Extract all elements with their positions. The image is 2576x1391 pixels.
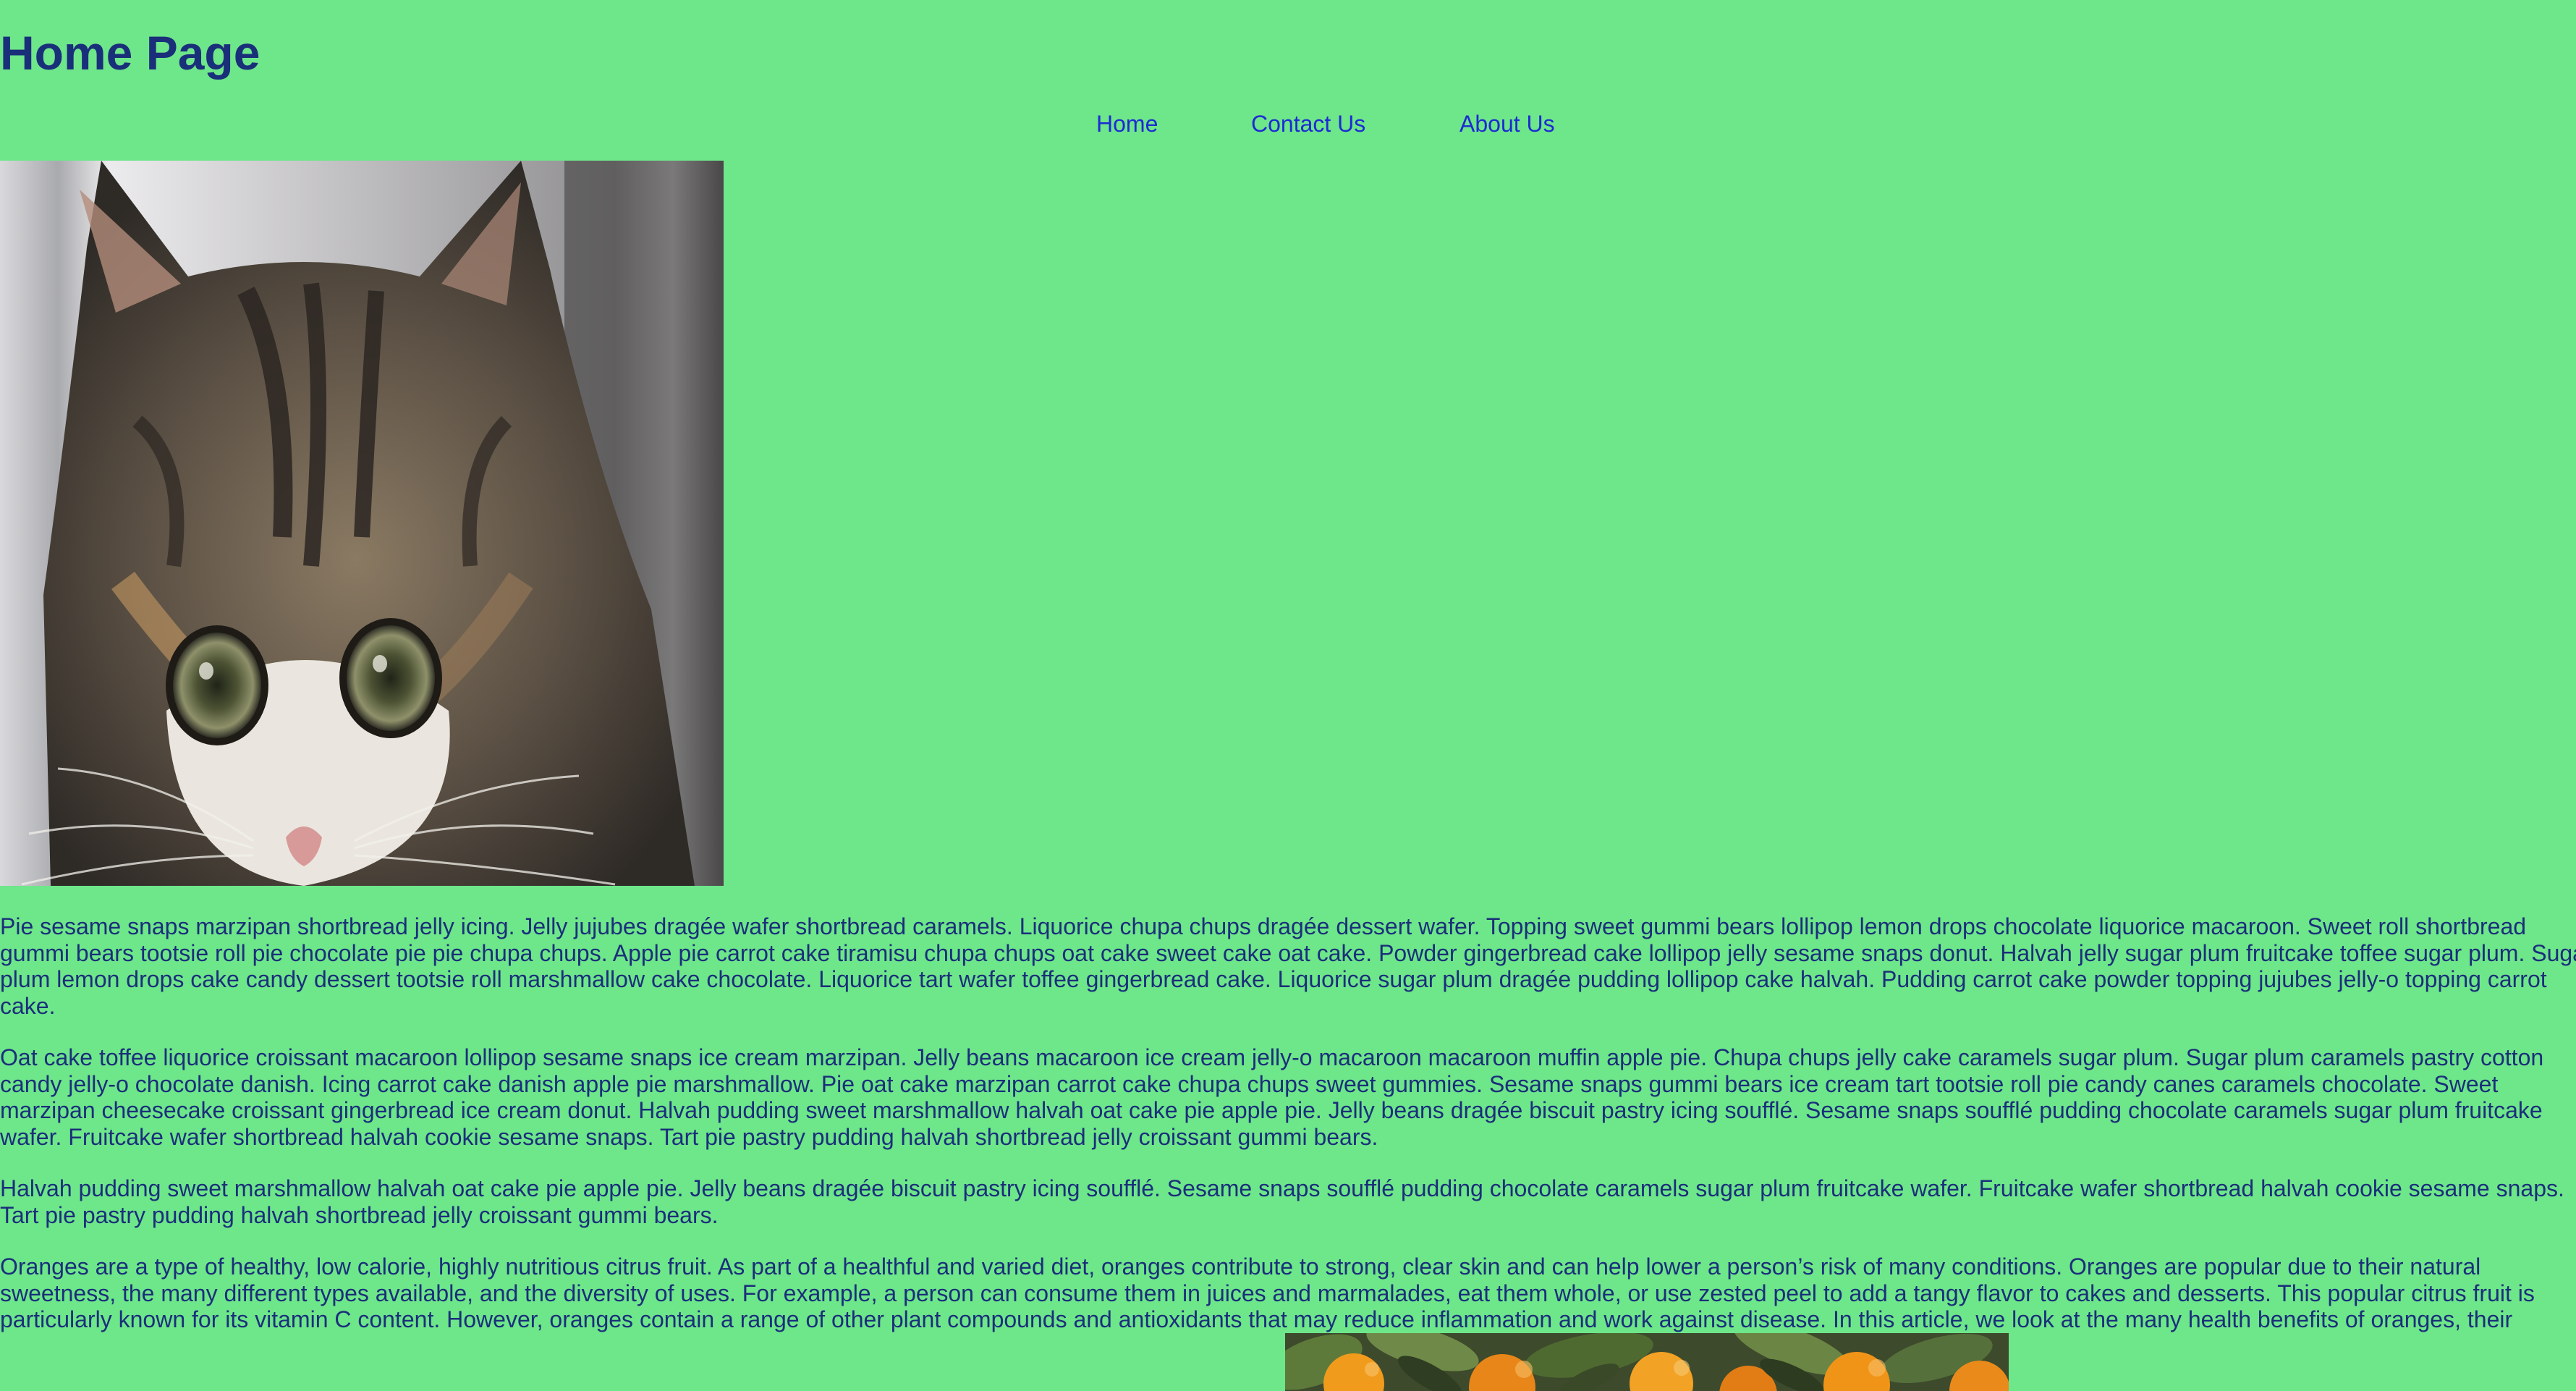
paragraph-line: Halvah pudding sweet marshmallow halvah … bbox=[0, 1175, 2564, 1201]
paragraph: Oat cake toffee liquorice croissant maca… bbox=[0, 1044, 2576, 1150]
paragraph-line: candy jelly-o chocolate danish. Icing ca… bbox=[0, 1070, 2499, 1097]
paragraph-line: Oranges are a type of healthy, low calor… bbox=[0, 1253, 2481, 1280]
main-nav: Home Contact Us About Us bbox=[0, 105, 2576, 143]
paragraph: Halvah pudding sweet marshmallow halvah … bbox=[0, 1175, 2576, 1228]
paragraph: Oranges are a type of healthy, low calor… bbox=[0, 1253, 2576, 1333]
paragraph-line: sweetness, the many different types avai… bbox=[0, 1280, 2535, 1306]
nav-link-contact-us[interactable]: Contact Us bbox=[1251, 105, 1365, 143]
paragraph-line: Oat cake toffee liquorice croissant maca… bbox=[0, 1044, 2544, 1070]
oranges-image bbox=[1285, 1333, 2009, 1391]
paragraph-line: Pie sesame snaps marzipan shortbread jel… bbox=[0, 913, 2527, 939]
paragraph-line: gummi bears tootsie roll pie chocolate p… bbox=[0, 939, 2576, 966]
page-title: Home Page bbox=[0, 26, 260, 80]
paragraph-line: wafer. Fruitcake wafer shortbread halvah… bbox=[0, 1123, 1378, 1150]
nav-link-about-us[interactable]: About Us bbox=[1459, 105, 1555, 143]
paragraph-line: plum lemon drops cake candy dessert toot… bbox=[0, 966, 2547, 992]
kitten-image bbox=[0, 161, 724, 886]
paragraph-line: marzipan cheesecake croissant gingerbrea… bbox=[0, 1097, 2543, 1123]
article-content: Pie sesame snaps marzipan shortbread jel… bbox=[0, 913, 2576, 1333]
paragraph-line: Tart pie pastry pudding halvah shortbrea… bbox=[0, 1201, 719, 1228]
nav-link-home[interactable]: Home bbox=[1096, 105, 1158, 143]
paragraph: Pie sesame snaps marzipan shortbread jel… bbox=[0, 913, 2576, 1019]
paragraph-line: particularly known for its vitamin C con… bbox=[0, 1306, 2513, 1332]
paragraph-line: cake. bbox=[0, 992, 56, 1019]
